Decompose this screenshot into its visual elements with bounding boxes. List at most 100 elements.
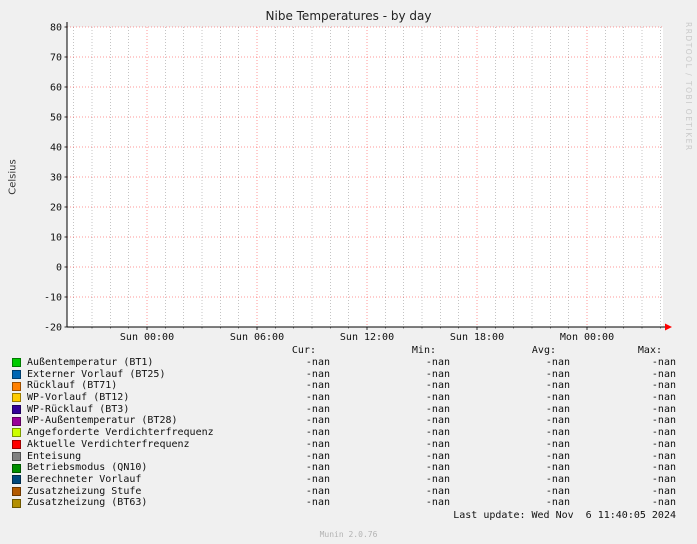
legend-cur-value: -nan xyxy=(305,415,330,427)
legend-max-value: -nan xyxy=(651,368,676,380)
legend-row: Aktuelle Verdichterfrequenz -nan -nan -n… xyxy=(12,439,676,451)
legend-row: WP-Vorlauf (BT12) -nan -nan -nan -nan xyxy=(12,392,676,404)
legend-series-label: Angeforderte Verdichterfrequenz xyxy=(27,427,214,439)
legend-series-label: Zusatzheizung Stufe xyxy=(27,485,142,497)
y-tick-label: 10 xyxy=(50,233,62,244)
legend-max-value: -nan xyxy=(651,462,676,474)
legend-color-swatch xyxy=(12,393,21,403)
x-tick-label: Sun 06:00 xyxy=(230,332,284,343)
legend-max-value: -nan xyxy=(651,473,676,485)
legend-avg-value: -nan xyxy=(545,357,570,368)
y-tick-label: 0 xyxy=(56,263,62,274)
legend-series-label: WP-Außentemperatur (BT28) xyxy=(27,415,178,427)
legend-min-value: -nan xyxy=(425,438,450,450)
legend-min-value: -nan xyxy=(425,357,450,368)
legend-min-value: -nan xyxy=(425,462,450,474)
legend-series-label: Betriebsmodus (QN10) xyxy=(27,462,148,474)
legend-series-label: WP-Vorlauf (BT12) xyxy=(27,392,130,404)
legend-series-label: Außentemperatur (BT1) xyxy=(27,357,154,368)
legend-max-value: -nan xyxy=(651,380,676,392)
legend-max-value: -nan xyxy=(651,427,676,439)
x-tick-label: Sun 18:00 xyxy=(450,332,504,343)
legend-avg-value: -nan xyxy=(545,473,570,485)
x-tick-label: Mon 00:00 xyxy=(560,332,614,343)
legend-avg-value: -nan xyxy=(545,415,570,427)
legend-avg-value: -nan xyxy=(545,368,570,380)
legend-max-value: -nan xyxy=(651,438,676,450)
legend-series-label: WP-Rücklauf (BT3) xyxy=(27,403,130,415)
legend-avg-value: -nan xyxy=(545,462,570,474)
legend-min-value: -nan xyxy=(425,392,450,404)
y-tick-label: -20 xyxy=(44,323,62,334)
y-tick-label: 80 xyxy=(50,23,62,34)
legend-max-value: -nan xyxy=(651,357,676,368)
y-tick-label: 50 xyxy=(50,113,62,124)
legend-column-avg: Avg: xyxy=(531,345,556,356)
legend-color-swatch xyxy=(12,486,21,496)
y-tick-label: 40 xyxy=(50,143,62,154)
legend-color-swatch xyxy=(12,463,21,473)
legend-row: Rücklauf (BT71) -nan -nan -nan -nan xyxy=(12,380,676,392)
legend-cur-value: -nan xyxy=(305,368,330,380)
legend-max-value: -nan xyxy=(651,403,676,415)
legend-color-swatch xyxy=(12,416,21,426)
legend-cur-value: -nan xyxy=(305,357,330,368)
legend-color-swatch xyxy=(12,405,21,415)
legend-max-value: -nan xyxy=(651,497,676,509)
legend-min-value: -nan xyxy=(425,380,450,392)
legend-color-swatch xyxy=(12,381,21,391)
legend-avg-value: -nan xyxy=(545,497,570,509)
legend-color-swatch xyxy=(12,370,21,380)
legend-series-label: Aktuelle Verdichterfrequenz xyxy=(27,438,190,450)
legend-avg-value: -nan xyxy=(545,485,570,497)
legend-max-value: -nan xyxy=(651,485,676,497)
legend-row: Außentemperatur (BT1) -nan -nan -nan -na… xyxy=(12,357,676,369)
legend-cur-value: -nan xyxy=(305,392,330,404)
legend-min-value: -nan xyxy=(425,473,450,485)
legend-cur-value: -nan xyxy=(305,427,330,439)
legend-max-value: -nan xyxy=(651,415,676,427)
legend-series-label: Zusatzheizung (BT63) xyxy=(27,497,148,509)
x-tick-label: Sun 00:00 xyxy=(120,332,174,343)
legend-max-value: -nan xyxy=(651,392,676,404)
legend-cur-value: -nan xyxy=(305,438,330,450)
legend-avg-value: -nan xyxy=(545,380,570,392)
legend-series-label: Rücklauf (BT71) xyxy=(27,380,118,392)
legend-cur-value: -nan xyxy=(305,450,330,462)
legend-cur-value: -nan xyxy=(305,380,330,392)
legend-row: WP-Außentemperatur (BT28) -nan -nan -nan… xyxy=(12,415,676,427)
legend-min-value: -nan xyxy=(425,485,450,497)
legend-row: Berechneter Vorlauf -nan -nan -nan -nan xyxy=(12,474,676,486)
legend-row: Betriebsmodus (QN10) -nan -nan -nan -nan xyxy=(12,462,676,474)
y-tick-label: 20 xyxy=(50,203,62,214)
y-tick-label: 30 xyxy=(50,173,62,184)
y-tick-label: 70 xyxy=(50,53,62,64)
legend-row: Angeforderte Verdichterfrequenz -nan -na… xyxy=(12,427,676,439)
legend-avg-value: -nan xyxy=(545,403,570,415)
legend-color-swatch xyxy=(12,498,21,508)
legend-row: Zusatzheizung (BT63) -nan -nan -nan -nan xyxy=(12,497,676,509)
y-tick-label: -10 xyxy=(44,293,62,304)
legend-max-value: -nan xyxy=(651,450,676,462)
legend-column-min: Min: xyxy=(411,345,436,356)
legend-color-swatch xyxy=(12,428,21,438)
legend-min-value: -nan xyxy=(425,427,450,439)
x-tick-label: Sun 12:00 xyxy=(340,332,394,343)
legend-cur-value: -nan xyxy=(305,473,330,485)
legend-min-value: -nan xyxy=(425,415,450,427)
y-tick-label: 60 xyxy=(50,83,62,94)
legend-cur-value: -nan xyxy=(305,403,330,415)
legend-row: Externer Vorlauf (BT25) -nan -nan -nan -… xyxy=(12,369,676,381)
legend-min-value: -nan xyxy=(425,450,450,462)
rrdtool-watermark: RRDTOOL / TOBI OETIKER xyxy=(684,22,693,152)
legend-column-max: Max: xyxy=(637,345,662,356)
legend: Cur: Min: Avg: Max: Außentemperatur (BT1… xyxy=(0,344,697,522)
legend-header: Cur: Min: Avg: Max: xyxy=(12,344,676,357)
legend-series-label: Berechneter Vorlauf xyxy=(27,473,142,485)
legend-avg-value: -nan xyxy=(545,427,570,439)
legend-min-value: -nan xyxy=(425,403,450,415)
legend-min-value: -nan xyxy=(425,497,450,509)
legend-column-cur: Cur: xyxy=(291,345,316,356)
legend-series-label: Enteisung xyxy=(27,450,82,462)
legend-color-swatch xyxy=(12,440,21,450)
